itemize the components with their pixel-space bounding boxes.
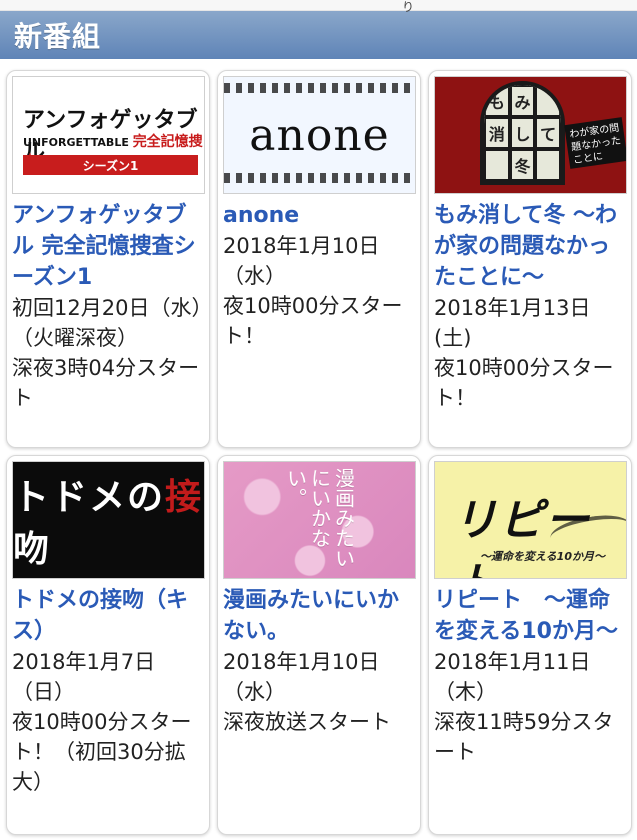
program-title-link[interactable]: アンフォゲッタブル 完全記憶捜査シーズン1 xyxy=(12,200,204,293)
thumbnail-subtitle-en: UNFORGETTABLE xyxy=(23,136,129,149)
thumbnail-sign: わが家の問題なかったことに xyxy=(564,117,626,169)
program-card-repeat[interactable]: リピート 〜運命を変える10か月〜 リピート 〜運命を変える10か月〜 2018… xyxy=(428,455,632,835)
program-airtime: 2018年1月10日（水） 夜10時00分スタート！ xyxy=(223,234,403,348)
thumbnail-logo-part: 吻 xyxy=(13,528,52,570)
program-thumbnail[interactable]: も み 消 し て 冬 わが家の問題なかったことに xyxy=(434,76,627,194)
program-grid-row-2: トドメの接吻 トドメの接吻（キス） 2018年1月7日（日） 夜10時00分スタ… xyxy=(0,448,637,835)
thumbnail-window: も み 消 し て 冬 xyxy=(480,81,565,185)
thumbnail-logo-part: トドメの xyxy=(13,476,166,518)
thumbnail-vertical-text: 漫画みたいにいかない。 xyxy=(283,468,356,568)
window-char: も xyxy=(484,85,510,117)
thumbnail-ornament-top xyxy=(224,83,415,93)
window-char: 冬 xyxy=(509,149,536,181)
top-mark: り xyxy=(402,0,415,14)
program-title-link[interactable]: リピート 〜運命を変える10か月〜 xyxy=(434,585,626,647)
window-char: し xyxy=(509,117,536,149)
window-char: み xyxy=(509,85,536,117)
program-thumbnail[interactable]: anone xyxy=(223,76,416,194)
section-header: 新番組 xyxy=(0,11,637,59)
thumbnail-ornament-bottom xyxy=(224,173,415,183)
program-grid-row-1: アンフォゲッタブル UNFORGETTABLE 完全記憶捜査 シーズン1 アンフ… xyxy=(0,59,637,448)
thumbnail-logo: トドメの接吻 xyxy=(13,468,204,572)
program-title-link[interactable]: anone xyxy=(223,200,415,231)
program-thumbnail[interactable]: 漫画みたいにいかない。 xyxy=(223,461,416,579)
program-card-anone[interactable]: anone anone 2018年1月10日（水） 夜10時00分スタート！ xyxy=(217,70,421,448)
program-card-unforgettable[interactable]: アンフォゲッタブル UNFORGETTABLE 完全記憶捜査 シーズン1 アンフ… xyxy=(6,70,210,448)
program-airtime: 2018年1月13日(土) 夜10時00分スタート！ xyxy=(434,296,614,410)
thumbnail-subtitle: 〜運命を変える10か月〜 xyxy=(480,550,605,563)
program-thumbnail[interactable]: アンフォゲッタブル UNFORGETTABLE 完全記憶捜査 シーズン1 xyxy=(12,76,205,194)
window-char: 消 xyxy=(484,117,510,149)
window-char xyxy=(535,85,561,117)
window-char xyxy=(535,149,561,181)
program-title-link[interactable]: もみ消して冬 〜わが家の問題なかったことに〜 xyxy=(434,200,626,293)
program-airtime: 2018年1月11日（木） 深夜11時59分スタート xyxy=(434,650,614,764)
program-thumbnail[interactable]: リピート 〜運命を変える10か月〜 xyxy=(434,461,627,579)
section-title: 新番組 xyxy=(14,20,102,53)
program-airtime: 2018年1月10日（水） 深夜放送スタート xyxy=(223,650,391,734)
program-airtime: 2018年1月7日（日） 夜10時00分スタート！（初回30分拡大） xyxy=(12,650,192,794)
program-card-manga[interactable]: 漫画みたいにいかない。 漫画みたいにいかない。 2018年1月10日（水） 深夜… xyxy=(217,455,421,835)
thumbnail-logo: anone xyxy=(249,109,390,161)
program-card-todome[interactable]: トドメの接吻 トドメの接吻（キス） 2018年1月7日（日） 夜10時00分スタ… xyxy=(6,455,210,835)
window-char xyxy=(484,149,510,181)
program-title-link[interactable]: トドメの接吻（キス） xyxy=(12,585,204,647)
thumbnail-logo-red: 接 xyxy=(165,476,204,518)
program-airtime: 初回12月20日（水）（火曜深夜） 深夜3時04分スタート xyxy=(12,296,202,410)
program-thumbnail[interactable]: トドメの接吻 xyxy=(12,461,205,579)
top-strip: り xyxy=(0,0,637,14)
thumbnail-season-badge: シーズン1 xyxy=(23,155,198,175)
program-card-momikeshite[interactable]: も み 消 し て 冬 わが家の問題なかったことに もみ消して冬 〜わが家の問題… xyxy=(428,70,632,448)
window-char: て xyxy=(535,117,561,149)
program-title-link[interactable]: 漫画みたいにいかない。 xyxy=(223,585,415,647)
